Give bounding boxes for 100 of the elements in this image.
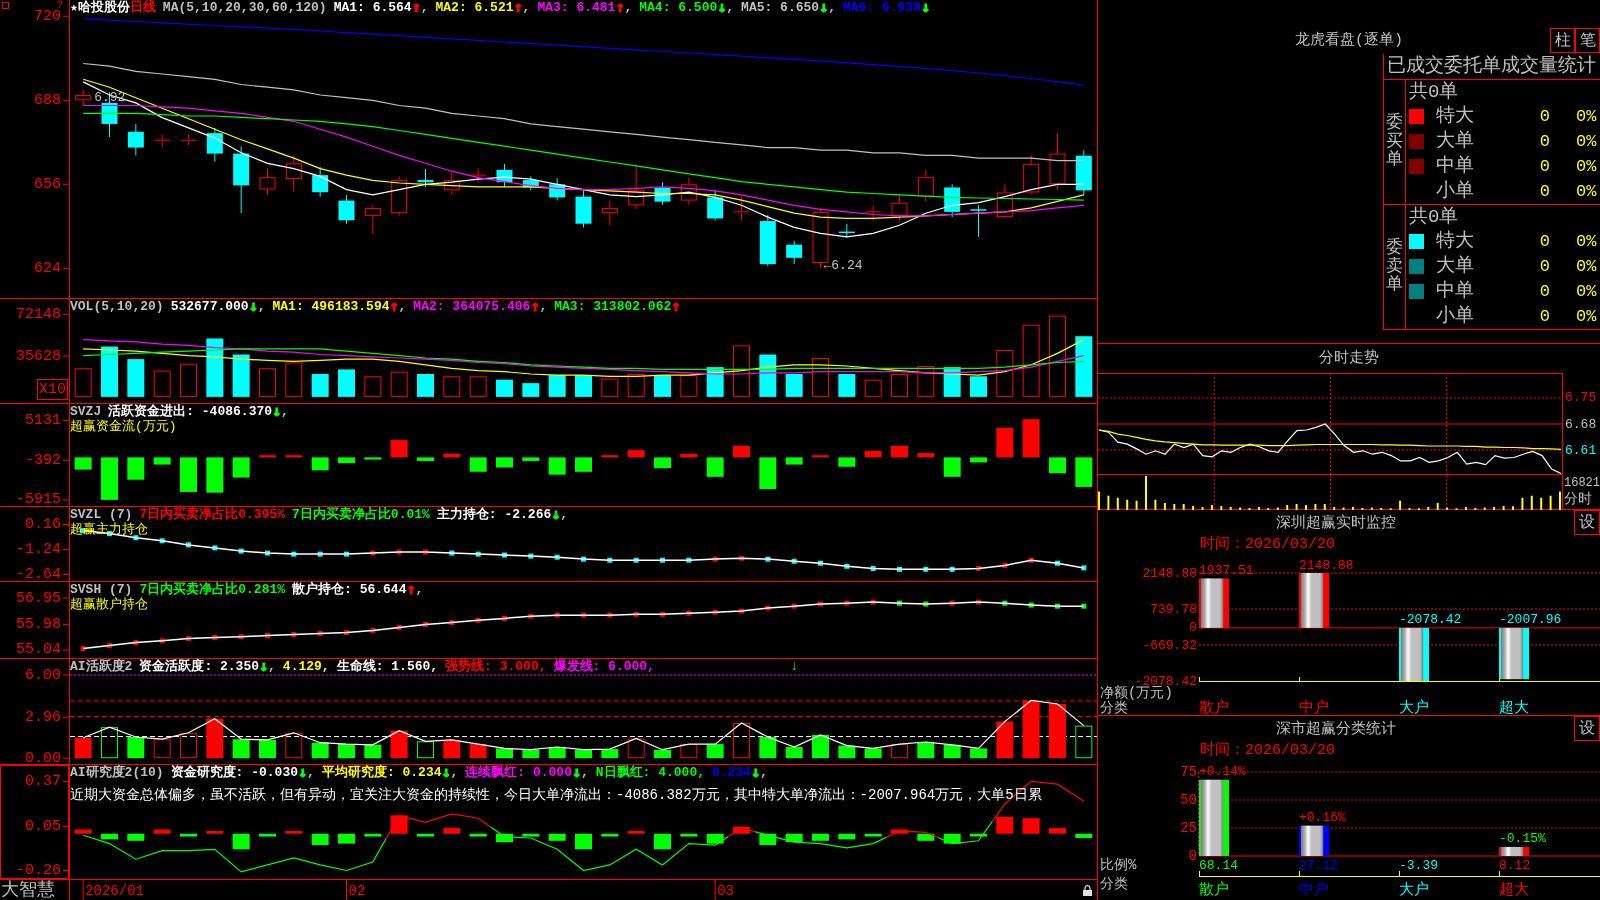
- order-percent: 0%: [1576, 283, 1598, 300]
- axis-label: 0.00: [25, 749, 61, 764]
- legend-text: ,: [268, 659, 276, 674]
- legend-text: SVZL (7): [70, 507, 133, 522]
- axis-label: -2.64: [16, 566, 61, 581]
- legend-text: ,: [307, 765, 315, 780]
- legend-text: ,: [539, 299, 548, 314]
- legend-text: 日线: [129, 0, 156, 15]
- order-percent: 0%: [1576, 183, 1598, 200]
- axis-label: 6.00: [25, 666, 61, 684]
- trend-arrow: ↑: [615, 0, 625, 15]
- trend-arrow: ↑: [513, 0, 523, 15]
- legend-text: MA3: 313802.062: [554, 299, 672, 314]
- axis-label: 50: [1180, 792, 1197, 808]
- legend-text: MA(5,10,20,30,60,120): [162, 0, 327, 15]
- legend-text: 7日内买卖净占比0.281%: [139, 582, 286, 597]
- axis-label: -0.26: [16, 862, 61, 879]
- value-label: 2148.88: [1299, 557, 1354, 573]
- legend-text: ,: [420, 0, 429, 15]
- value-label: -2007.96: [1499, 612, 1562, 628]
- timestamp-text: 时间：2026/03/20: [1200, 742, 1335, 758]
- panel-title: 分时走势: [1319, 351, 1379, 366]
- order-percent: 0%: [1576, 308, 1598, 325]
- order-count: 0: [1538, 258, 1550, 275]
- panel-title: 龙虎看盘(逐单): [1295, 30, 1403, 51]
- axis-label: 624: [34, 259, 61, 277]
- legend-text: 平均研究度: 0.234: [321, 765, 442, 780]
- legend-text: N日飘红: 4.000,: [595, 765, 705, 780]
- legend-text: ,: [828, 0, 836, 15]
- axis-label: 56.95: [16, 589, 61, 607]
- order-count: 0: [1538, 133, 1550, 150]
- axis-label: 25: [1180, 820, 1197, 836]
- axis-label: -669.32: [1142, 637, 1197, 653]
- date-label: 03: [717, 883, 734, 899]
- trend-arrow: ↑: [671, 299, 681, 314]
- panel-title: 深圳超赢实时监控: [1276, 515, 1396, 531]
- legend-text: MA4: 6.500: [639, 0, 718, 15]
- axis-label: 55.98: [16, 615, 61, 633]
- change-label: +0.14%: [1199, 764, 1246, 780]
- value-label: 1937.51: [1199, 562, 1254, 578]
- indicator-caption: 超赢资金流(万元): [70, 419, 177, 434]
- order-percent: 0%: [1576, 258, 1598, 275]
- axis-label: 6.68: [1565, 416, 1597, 432]
- axis-title: 分类: [1100, 700, 1128, 715]
- order-size-label: 特大: [1436, 107, 1475, 126]
- axis-label: 5131: [25, 411, 61, 429]
- legend-text: 爆发线: 6.000,: [553, 659, 655, 674]
- value-label: 27.12: [1299, 857, 1338, 873]
- panel-title: 深市超赢分类统计: [1276, 721, 1396, 737]
- legend-text: AI活跃度2: [70, 659, 133, 674]
- legend-text: 强势线: 3.000,: [445, 659, 547, 674]
- timestamp-text: 时间：2026/03/20: [1200, 536, 1335, 552]
- value-label: 68.14: [1199, 857, 1238, 873]
- axis-label: 72148: [16, 305, 61, 323]
- price-label: ←6.24: [823, 257, 863, 273]
- legend-text: 7日内买卖净占比0.395%: [139, 507, 286, 522]
- category-label: 大户: [1399, 881, 1429, 899]
- legend-text: 生命线: 1.560,: [336, 659, 439, 674]
- signal-arrow: ↓: [789, 659, 799, 674]
- axis-label: 739.78: [1150, 601, 1197, 617]
- value-label: 8.12: [1499, 857, 1531, 873]
- order-percent: 0%: [1576, 233, 1598, 250]
- unit-badge: X10: [37, 379, 68, 400]
- axis-label: 0.37: [25, 772, 61, 790]
- legend-text: ,: [560, 507, 569, 522]
- legend-text: 散户持仓: 56.644: [292, 582, 407, 597]
- legend-text: MA2: 364075.406: [413, 299, 531, 314]
- group-label: 委买单: [1386, 113, 1403, 171]
- legend-text: ,: [624, 0, 633, 15]
- table-title: 已成交委托单成交量统计: [1387, 57, 1596, 76]
- legend-text: MA5: 6.650: [741, 0, 820, 15]
- legend-text: MA1: 496183.594: [272, 299, 390, 314]
- legend-text: ,: [398, 299, 407, 314]
- trend-arrow: ↓: [272, 404, 282, 419]
- legend-text: ★哈投股份: [70, 0, 130, 15]
- order-count: 0: [1538, 283, 1550, 300]
- legend-text: 4.129,: [282, 659, 330, 674]
- category-label: 超大: [1499, 881, 1529, 899]
- axis-label: 0: [1189, 620, 1197, 636]
- axis-label: 656: [34, 175, 61, 193]
- category-label: 中户: [1299, 699, 1329, 715]
- order-size-label: 大单: [1436, 257, 1475, 276]
- legend-text: ,: [415, 582, 424, 597]
- trend-arrow: ↓: [259, 659, 269, 674]
- axis-label: -1.24: [16, 541, 61, 558]
- order-size-label: 特大: [1436, 232, 1475, 251]
- legend-text: 7日内买卖净占比0.01%: [292, 507, 430, 522]
- legend-text: 532677.000: [170, 299, 249, 314]
- order-count: 0: [1538, 158, 1550, 175]
- trend-arrow: ↑: [530, 299, 540, 314]
- axis-label: 0.16: [25, 516, 61, 533]
- order-percent: 0%: [1576, 158, 1598, 175]
- order-percent: 0%: [1576, 133, 1598, 150]
- axis-label: 35628: [16, 347, 61, 365]
- axis-title: 比例%: [1100, 857, 1137, 873]
- legend-text: ,: [522, 0, 531, 15]
- trend-arrow: ↓: [751, 765, 761, 780]
- group-label: 委卖单: [1386, 238, 1403, 296]
- axis-label: -392: [25, 451, 61, 469]
- legend-text: 资金研究度: -0.030: [170, 765, 299, 780]
